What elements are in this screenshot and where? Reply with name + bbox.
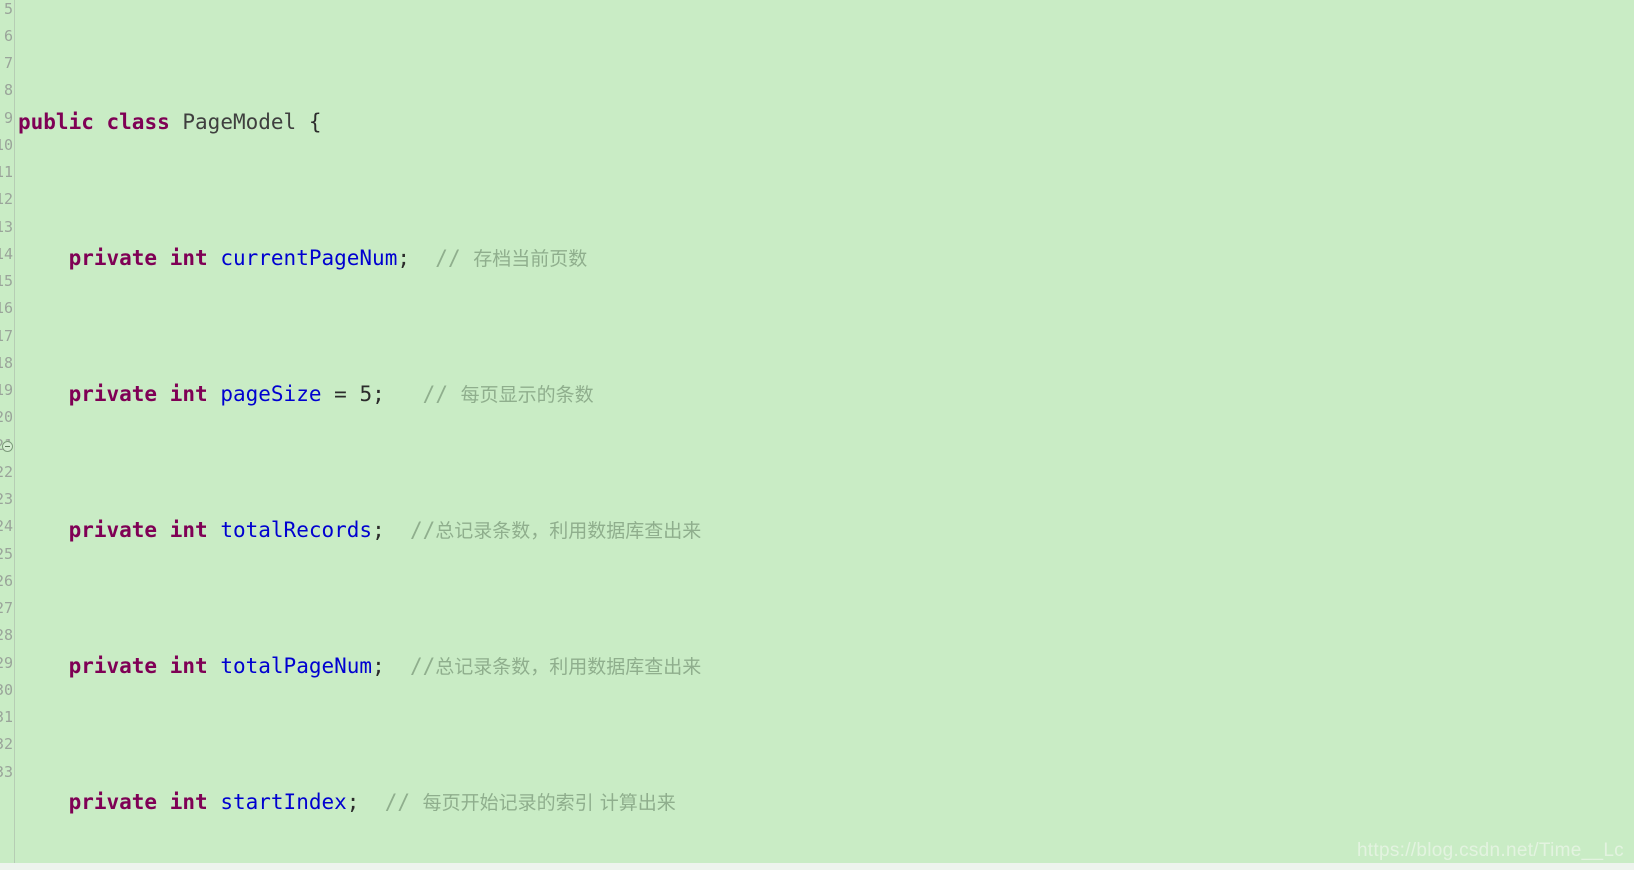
line-number: 23 (0, 490, 13, 508)
comment-slashes: // (422, 381, 448, 406)
code-line[interactable]: private int currentPageNum; // 存档当前页数 (18, 245, 1634, 272)
line-number: 11 (0, 163, 13, 181)
code-line[interactable]: private int pageSize = 5; // 每页显示的条数 (18, 381, 1634, 408)
comment-text: 每页显示的条数 (460, 383, 594, 406)
keyword-public: public (18, 109, 94, 134)
bottom-edge-strip (0, 863, 1634, 870)
keyword-int: int (169, 789, 208, 814)
line-number: 25 (0, 545, 13, 563)
line-number: 18 (0, 354, 13, 372)
number-5: 5 (359, 381, 373, 406)
line-number: 32 (0, 735, 13, 753)
comment-text: 每页开始记录的索引 计算出来 (422, 791, 676, 814)
semicolon: ; (372, 381, 423, 406)
line-number: 9 (3, 109, 13, 127)
comment-text: 存档当前页数 (473, 247, 588, 270)
code-line[interactable]: private int totalPageNum; //总记录条数，利用数据库查… (18, 653, 1634, 680)
line-number: 17 (0, 327, 13, 345)
line-number: 8 (3, 81, 13, 99)
line-number: 14 (0, 245, 13, 263)
comment-slashes: // (384, 789, 411, 814)
comment-text: 总记录条数，利用数据库查出来 (435, 655, 702, 678)
code-line[interactable]: private int startIndex; // 每页开始记录的索引 计算出… (18, 789, 1634, 816)
line-number: 27 (0, 599, 13, 617)
line-number: 30 (0, 681, 13, 699)
line-number: 33 (0, 763, 13, 781)
assign: = (321, 381, 360, 406)
comment-slashes: // (410, 517, 436, 542)
code-content[interactable]: public class PageModel { private int cur… (18, 0, 1634, 870)
keyword-private: private (68, 381, 158, 406)
line-number: 28 (0, 626, 13, 644)
line-number: 5 (3, 0, 13, 18)
code-editor[interactable]: 5 6 7 8 9 10 11 12 13 14 15 16 17 18 19 … (0, 0, 1634, 870)
line-number: 19 (0, 381, 13, 399)
semicolon: ; (346, 789, 385, 814)
line-number: 13 (0, 218, 13, 236)
field-pageSize: pageSize (220, 381, 322, 406)
keyword-int: int (169, 381, 208, 406)
keyword-private: private (68, 789, 158, 814)
line-number: 12 (0, 190, 13, 208)
line-number: 22 (0, 463, 13, 481)
semicolon: ; (397, 245, 436, 270)
brace: { (296, 109, 322, 134)
code-line[interactable]: private int totalRecords; //总记录条数，利用数据库查… (18, 517, 1634, 544)
line-number: 6 (3, 27, 13, 45)
line-number-gutter[interactable]: 5 6 7 8 9 10 11 12 13 14 15 16 17 18 19 … (0, 0, 14, 870)
field-startIndex: startIndex (220, 789, 347, 814)
code-fold-marker[interactable] (2, 441, 13, 452)
keyword-private: private (68, 653, 158, 678)
line-number: 20 (0, 408, 13, 426)
keyword-int: int (169, 517, 208, 542)
gutter-divider (14, 0, 15, 870)
comment-slashes: // (410, 653, 436, 678)
class-name: PageModel (182, 109, 297, 134)
line-number: 26 (0, 572, 13, 590)
semicolon: ; (372, 517, 410, 542)
field-totalPageNum: totalPageNum (220, 653, 373, 678)
keyword-int: int (169, 653, 208, 678)
line-number: 10 (0, 136, 13, 154)
line-number: 7 (3, 54, 13, 72)
code-line[interactable]: public class PageModel { (18, 109, 1634, 136)
line-number: 31 (0, 708, 13, 726)
field-totalRecords: totalRecords (220, 517, 373, 542)
keyword-private: private (68, 517, 158, 542)
keyword-class: class (106, 109, 170, 134)
comment-slashes: // (435, 245, 461, 270)
line-number: 15 (0, 272, 13, 290)
line-number: 16 (0, 299, 13, 317)
comment-text: 总记录条数，利用数据库查出来 (435, 519, 702, 542)
field-currentPageNum: currentPageNum (220, 245, 398, 270)
line-number: 29 (0, 654, 13, 672)
line-number: 24 (0, 517, 13, 535)
semicolon: ; (372, 653, 410, 678)
keyword-int: int (169, 245, 208, 270)
keyword-private: private (68, 245, 158, 270)
